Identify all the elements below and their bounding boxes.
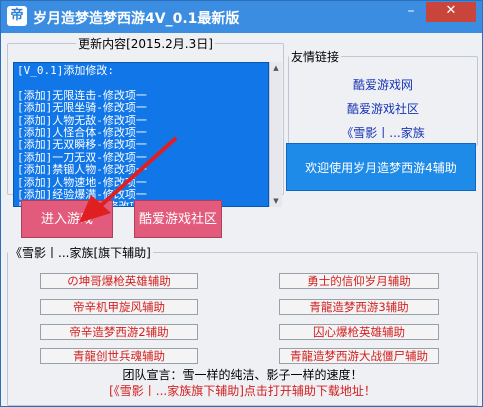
update-line: [17, 77, 265, 89]
family-tools-legend: 《雪影丨...家族[旗下辅助]: [10, 246, 151, 260]
friend-links-legend: 友情链接: [291, 50, 340, 64]
red-arrow-icon: [79, 137, 177, 223]
friend-link-kuai-game-site[interactable]: 酷爱游戏网: [289, 76, 477, 93]
app-icon: 帝: [7, 6, 27, 26]
update-line: [V_0.1]添加修改:: [17, 64, 114, 77]
team-slogan: 团队宣言：雪一样的纯洁、影子一样的速度！: [122, 368, 363, 382]
welcome-banner: 欢迎使用岁月造梦西游4辅助: [286, 143, 476, 191]
tool-button-qinglong-zaomeng3[interactable]: 青龍造梦西游3辅助: [279, 299, 439, 315]
tool-button-yongshi-xinyang[interactable]: 勇士的信仰岁月辅助: [279, 273, 439, 289]
scroll-down-arrow-icon[interactable]: ▼: [270, 195, 282, 207]
friend-links-group: 友情链接 酷爱游戏网 酷爱游戏社区 《雪影丨...家族: [288, 48, 478, 146]
update-content-legend: 更新内容[2015.2月.3日]: [78, 37, 213, 51]
update-line: [添加]无限坐骑-修改项一: [17, 101, 147, 115]
friend-link-kuai-community[interactable]: 酷爱游戏社区: [289, 100, 477, 117]
tool-button-qiuxin-baoqiang[interactable]: 囚心爆枪英雄辅助: [279, 324, 439, 340]
close-button[interactable]: ✕: [426, 2, 476, 22]
app-window: 帝 岁月造梦造梦西游4V_0.1最新版 – ✕ 更新内容[2015.2月.3日]…: [0, 0, 483, 407]
tool-button-qinglong-jiangshi[interactable]: 青龍造梦西游大战僵尸辅助: [279, 348, 439, 364]
download-link[interactable]: [《雪影丨...家族旗下辅助]点击打开辅助下载地址！: [8, 382, 477, 399]
tool-button-dixin-zaomeng2[interactable]: 帝辛造梦西游2辅助: [40, 324, 198, 340]
scroll-up-arrow-icon[interactable]: ▲: [270, 62, 282, 74]
family-tools-group: 《雪影丨...家族[旗下辅助] の坤哥爆枪英雄辅助 帝辛机甲旋风辅助 帝辛造梦西…: [7, 244, 478, 406]
friend-link-xueying-family[interactable]: 《雪影丨...家族: [289, 124, 477, 141]
tool-button-qinglong-chuangshi[interactable]: 青龍创世兵魂辅助: [40, 348, 198, 364]
title-bar[interactable]: 帝 岁月造梦造梦西游4V_0.1最新版 – ✕: [1, 1, 482, 33]
tool-button-dixin-jijia[interactable]: 帝辛机甲旋风辅助: [40, 299, 198, 315]
window-title: 岁月造梦造梦西游4V_0.1最新版: [33, 11, 240, 27]
minimize-button[interactable]: –: [396, 2, 426, 22]
update-scrollbar[interactable]: ▲ ▼: [269, 62, 282, 207]
tool-button-kunge-baoqiang[interactable]: の坤哥爆枪英雄辅助: [40, 273, 198, 289]
